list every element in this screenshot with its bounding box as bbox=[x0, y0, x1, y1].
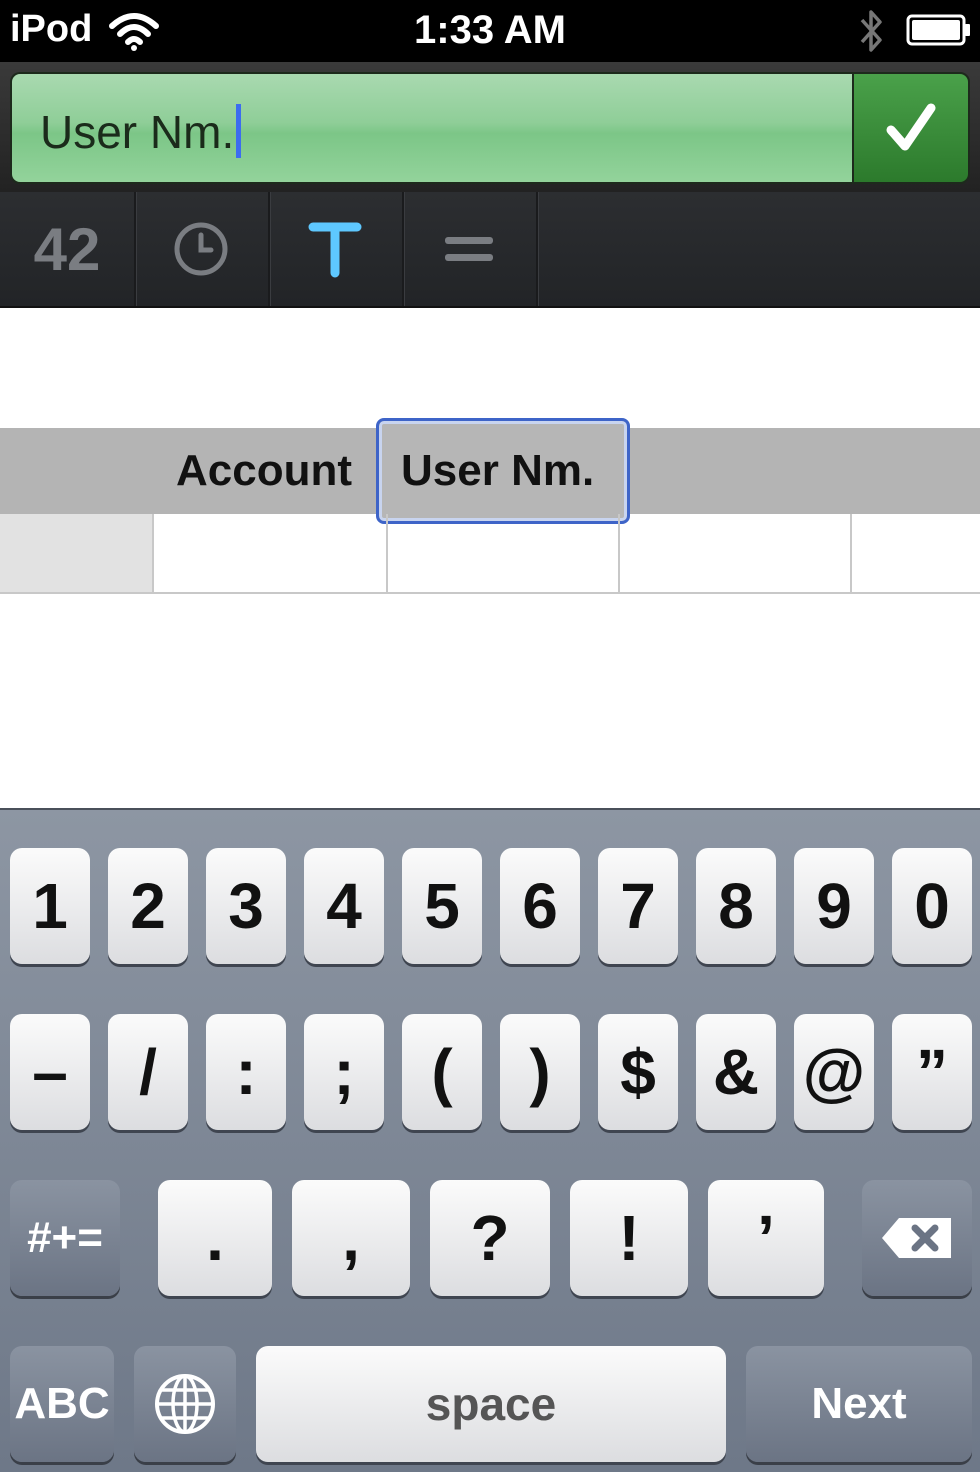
key-9[interactable]: 9 bbox=[794, 848, 874, 964]
key-exclamation[interactable]: ! bbox=[570, 1180, 688, 1296]
key-semicolon[interactable]: ; bbox=[304, 1014, 384, 1130]
table-cell[interactable] bbox=[850, 514, 980, 592]
key-globe[interactable] bbox=[134, 1346, 236, 1462]
table-cell[interactable] bbox=[152, 514, 388, 592]
key-close-paren[interactable]: ) bbox=[500, 1014, 580, 1130]
table-cell[interactable] bbox=[386, 514, 620, 592]
key-6[interactable]: 6 bbox=[500, 848, 580, 964]
clock-icon bbox=[174, 222, 228, 276]
key-7[interactable]: 7 bbox=[598, 848, 678, 964]
formula-button[interactable] bbox=[402, 192, 538, 306]
backspace-icon bbox=[882, 1218, 951, 1258]
text-t-icon bbox=[308, 222, 362, 278]
confirm-button[interactable] bbox=[852, 72, 970, 184]
key-comma[interactable]: , bbox=[292, 1180, 410, 1296]
text-cursor bbox=[236, 104, 242, 158]
key-dash[interactable]: – bbox=[10, 1014, 90, 1130]
key-open-paren[interactable]: ( bbox=[402, 1014, 482, 1130]
row-header[interactable] bbox=[0, 514, 152, 592]
key-0[interactable]: 0 bbox=[892, 848, 972, 964]
battery-icon bbox=[906, 14, 972, 51]
key-more-symbols[interactable]: #+= bbox=[10, 1180, 120, 1296]
key-8[interactable]: 8 bbox=[696, 848, 776, 964]
number-tool-label: 42 bbox=[33, 215, 101, 283]
selected-header-cell[interactable]: User Nm. bbox=[376, 418, 630, 524]
globe-icon bbox=[155, 1374, 215, 1434]
key-1[interactable]: 1 bbox=[10, 848, 90, 964]
key-5[interactable]: 5 bbox=[402, 848, 482, 964]
key-space[interactable]: space bbox=[256, 1346, 726, 1462]
table-cell[interactable] bbox=[618, 514, 852, 592]
cell-text-input[interactable]: User Nm. bbox=[10, 72, 854, 184]
key-dollar[interactable]: $ bbox=[598, 1014, 678, 1130]
key-question[interactable]: ? bbox=[430, 1180, 550, 1296]
key-2[interactable]: 2 bbox=[108, 848, 188, 964]
text-format-button[interactable] bbox=[268, 192, 404, 306]
key-next[interactable]: Next bbox=[746, 1346, 972, 1462]
keyboard: 1 2 3 4 5 6 7 8 9 0 – / : ; ( ) $ & @ ” … bbox=[0, 808, 980, 1472]
date-time-format-button[interactable] bbox=[134, 192, 270, 306]
checkmark-icon bbox=[886, 103, 936, 151]
key-3[interactable]: 3 bbox=[206, 848, 286, 964]
equals-icon bbox=[445, 237, 493, 261]
bluetooth-icon bbox=[856, 6, 886, 61]
key-quote[interactable]: ” bbox=[892, 1014, 972, 1130]
input-type-toolbar: 42 bbox=[0, 192, 980, 308]
status-bar: iPod 1:33 AM bbox=[0, 0, 980, 62]
key-colon[interactable]: : bbox=[206, 1014, 286, 1130]
formula-input-bar: User Nm. bbox=[0, 62, 980, 192]
table-row bbox=[0, 514, 980, 594]
key-delete[interactable] bbox=[862, 1180, 972, 1296]
key-slash[interactable]: / bbox=[108, 1014, 188, 1130]
clock-time: 1:33 AM bbox=[414, 8, 566, 52]
key-4[interactable]: 4 bbox=[304, 848, 384, 964]
number-format-button[interactable]: 42 bbox=[0, 192, 136, 306]
key-abc[interactable]: ABC bbox=[10, 1346, 114, 1462]
key-apostrophe[interactable]: ’ bbox=[708, 1180, 824, 1296]
key-at[interactable]: @ bbox=[794, 1014, 874, 1130]
key-period[interactable]: . bbox=[158, 1180, 272, 1296]
key-ampersand[interactable]: & bbox=[696, 1014, 776, 1130]
input-value: User Nm. bbox=[40, 104, 242, 159]
header-cell-account[interactable]: Account bbox=[0, 428, 352, 514]
